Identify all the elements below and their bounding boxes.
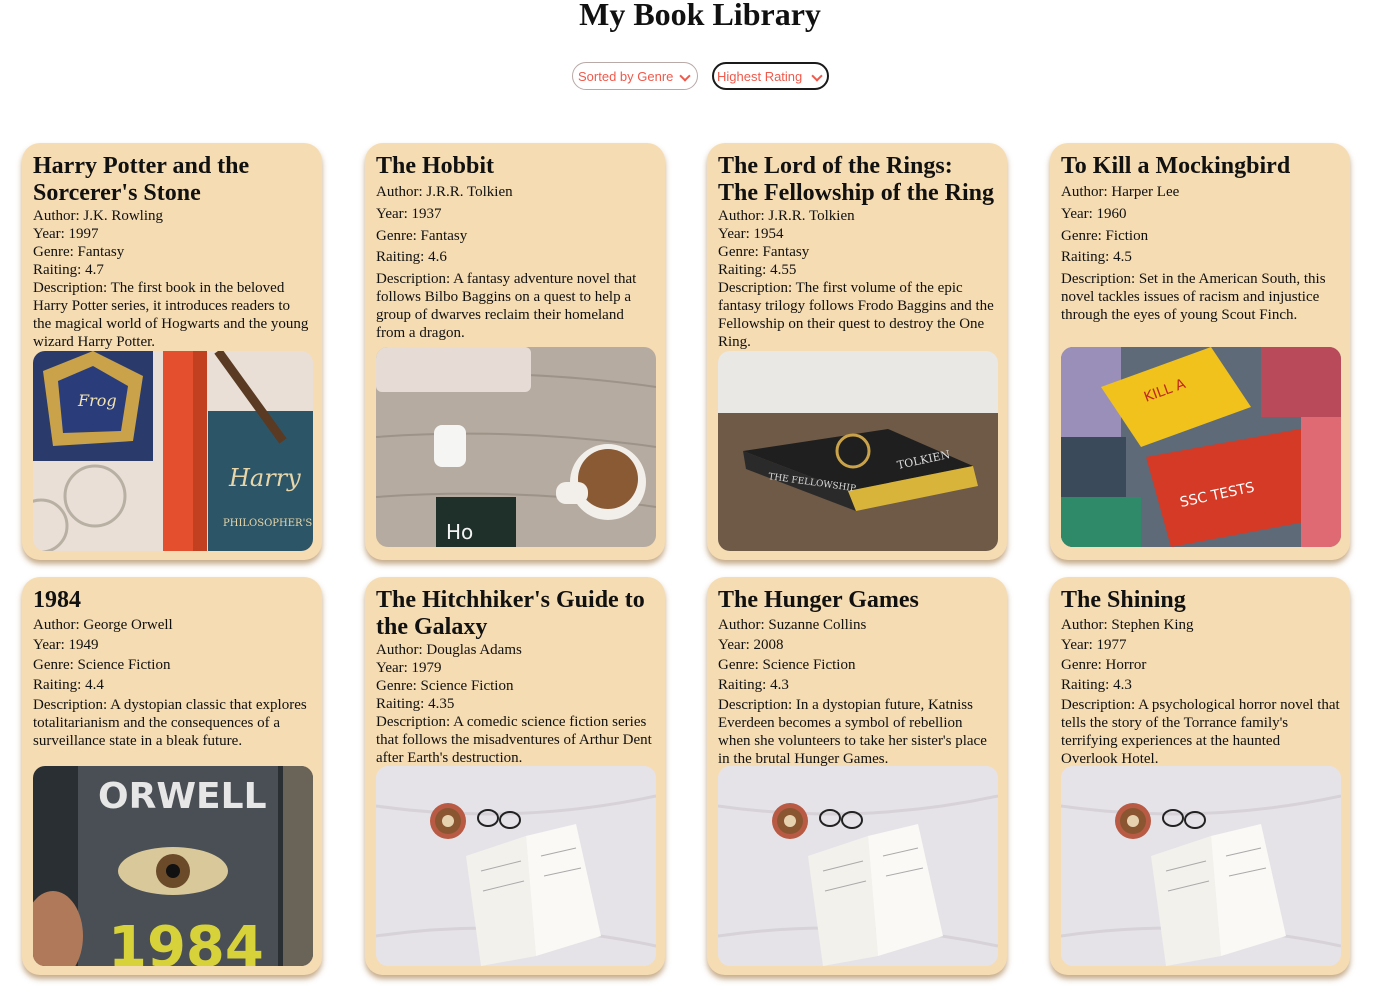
svg-text:Ho: Ho [446,520,473,544]
chevron-down-icon [679,70,691,82]
book-author: Author: George Orwell [33,617,173,633]
book-description: Description: The first volume of the epi… [718,280,994,350]
fellowship-book-photo: THE FELLOWSHIP TOLKIEN [718,351,998,551]
book-description: Description: A dystopian classic that ex… [33,697,307,749]
book-rating: Raiting: 4.6 [376,249,447,265]
book-year: Year: 1979 [376,660,442,676]
book-genre: Genre: Fantasy [376,228,468,244]
page-title: My Book Library [579,0,821,32]
svg-text:Harry: Harry [228,464,301,492]
svg-text:ORWELL: ORWELL [98,776,267,817]
book-genre: Genre: Horror [1061,657,1147,673]
book-year: Year: 1977 [1061,637,1127,653]
book-year: Year: 1949 [33,637,99,653]
svg-text:Frog: Frog [77,391,117,410]
book-description: Description: In a dystopian future, Katn… [718,697,987,767]
book-genre: Genre: Science Fiction [376,678,514,694]
book-rating: Raiting: 4.4 [33,677,104,693]
open-book-coffee-photo [1061,766,1341,966]
book-rating: Raiting: 4.5 [1061,249,1132,265]
book-year: Year: 1954 [718,226,784,242]
chevron-down-icon [811,70,823,82]
book-description: Description: A comedic science fiction s… [376,714,652,766]
book-description: Description: A fantasy adventure novel t… [376,271,637,341]
book-card: The Shining Author: Stephen King Year: 1… [1050,577,1350,975]
book-title: The Hobbit [376,153,495,179]
open-book-coffee-photo [718,766,998,966]
book-card: The Lord of the Rings: The Fellowship of… [707,143,1007,560]
book-year: Year: 1937 [376,206,442,222]
rating-select-label: Highest Rating [717,69,803,84]
book-author: Author: J.R.R. Tolkien [376,184,513,200]
book-title: 1984 [33,587,81,613]
book-rating: Raiting: 4.55 [718,262,797,278]
book-pile-photo: KILL A SSC TESTS [1061,347,1341,547]
book-genre: Genre: Science Fiction [33,657,171,673]
book-author: Author: Stephen King [1061,617,1194,633]
book-author: Author: J.R.R. Tolkien [718,208,855,224]
book-card: 1984 Author: George Orwell Year: 1949 Ge… [22,577,322,975]
book-author: Author: Harper Lee [1061,184,1180,200]
svg-text:1984: 1984 [108,915,264,966]
sort-by-genre-select[interactable]: Sorted by Genre [572,62,698,90]
book-rating: Raiting: 4.3 [718,677,789,693]
book-genre: Genre: Fiction [1061,228,1149,244]
book-card: The Hitchhiker's Guide to the Galaxy Aut… [365,577,665,975]
book-title: The Lord of the Rings: The Fellowship of… [718,153,995,206]
book-card: The Hunger Games Author: Suzanne Collins… [707,577,1007,975]
rating-filter-select[interactable]: Highest Rating [712,62,829,90]
book-title: The Hunger Games [718,587,919,613]
book-author: Author: Douglas Adams [376,642,522,658]
svg-text:PHILOSOPHER'S: PHILOSOPHER'S [223,518,312,529]
book-author: Author: J.K. Rowling [33,208,164,224]
orwell-1984-photo: ORWELL 1984 [33,766,313,966]
book-genre: Genre: Fantasy [33,244,125,260]
harry-potter-photo: Frog Harry PHILOSOPHER'S [33,351,313,551]
book-title: Harry Potter and the Sorcerer's Stone [33,153,250,206]
sort-select-label: Sorted by Genre [578,69,674,84]
book-title: The Hitchhiker's Guide to the Galaxy [376,587,645,640]
book-title: The Shining [1061,587,1186,613]
book-author: Author: Suzanne Collins [718,617,867,633]
book-card: The Hobbit Author: J.R.R. Tolkien Year: … [365,143,665,560]
book-rating: Raiting: 4.3 [1061,677,1132,693]
book-genre: Genre: Science Fiction [718,657,856,673]
book-description: Description: The first book in the belov… [33,280,309,350]
book-card: Harry Potter and the Sorcerer's Stone Au… [22,143,322,560]
coffee-desk-photo: Ho [376,347,656,547]
book-year: Year: 1960 [1061,206,1127,222]
book-description: Description: Set in the American South, … [1061,271,1326,323]
open-book-coffee-photo [376,766,656,966]
book-year: Year: 1997 [33,226,99,242]
book-rating: Raiting: 4.7 [33,262,104,278]
book-description: Description: A psychological horror nove… [1061,697,1340,767]
book-card: To Kill a Mockingbird Author: Harper Lee… [1050,143,1350,560]
book-genre: Genre: Fantasy [718,244,810,260]
book-title: To Kill a Mockingbird [1061,153,1291,179]
book-year: Year: 2008 [718,637,784,653]
book-rating: Raiting: 4.35 [376,696,455,712]
